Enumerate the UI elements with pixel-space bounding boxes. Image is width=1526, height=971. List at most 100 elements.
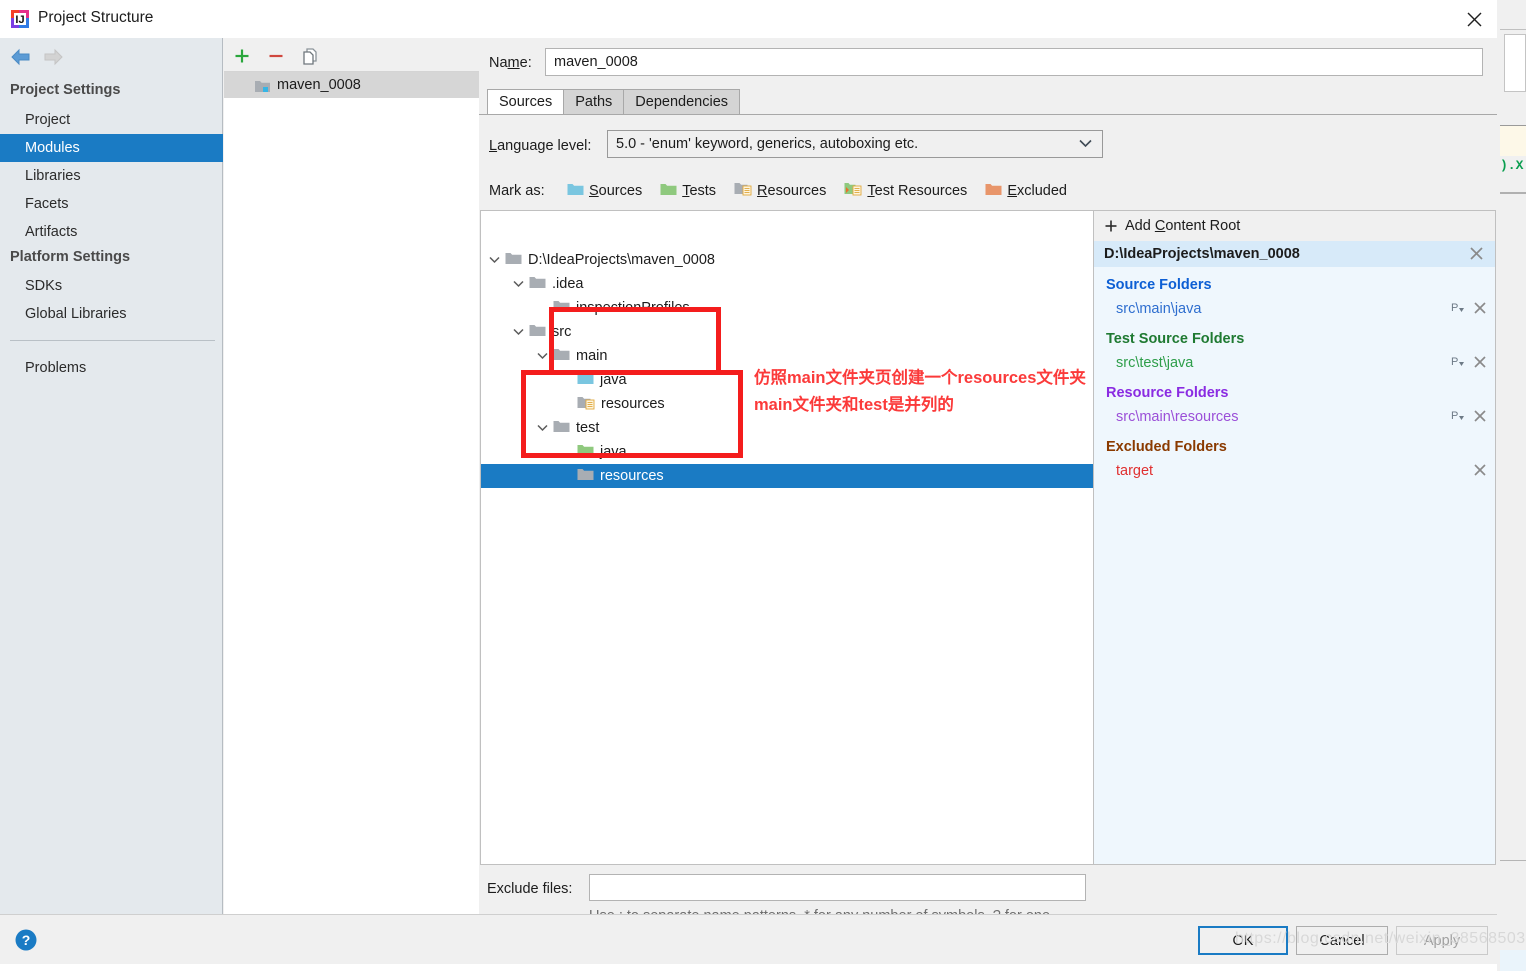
package-prefix-icon[interactable]: P — [1451, 301, 1466, 320]
source-folder-actions: P — [1451, 301, 1487, 320]
mark-as-label-excluded: Excluded — [1007, 183, 1067, 199]
arrow-left-icon[interactable] — [8, 47, 34, 67]
mark-as-label-test-resources: Test Resources — [867, 183, 968, 199]
tree-label: resources — [601, 396, 665, 412]
mark-as-label-tests: Tests — [682, 183, 717, 199]
sidebar-item-label: Modules — [25, 140, 80, 156]
tree-row[interactable]: inspectionProfiles — [481, 296, 1094, 320]
sidebar-item-sdks[interactable]: SDKs — [0, 272, 223, 300]
test-source-folder-actions: P — [1451, 355, 1487, 374]
svg-text:IJ: IJ — [15, 14, 24, 26]
resource-folder-path: src\main\resources — [1116, 409, 1239, 425]
tree-row[interactable]: resources — [481, 392, 1094, 416]
module-list-item[interactable]: maven_0008 — [224, 72, 479, 98]
sidebar-item-facets[interactable]: Facets — [0, 190, 223, 218]
plus-icon[interactable] — [230, 44, 254, 68]
close-icon[interactable] — [1469, 246, 1485, 262]
folder-icon — [553, 347, 570, 365]
sidebar-item-problems[interactable]: Problems — [0, 354, 223, 382]
folder-icon — [505, 251, 522, 269]
minus-icon[interactable] — [264, 44, 288, 68]
help-icon[interactable]: ? — [14, 928, 38, 952]
close-icon[interactable] — [1473, 355, 1487, 374]
tree-row[interactable]: main — [481, 344, 1094, 368]
chevron-down-icon[interactable] — [531, 344, 553, 368]
tree-row[interactable]: src — [481, 320, 1094, 344]
mark-as-label-resources: Resources — [757, 183, 827, 199]
mark-as-test-resources-button[interactable]: Test Resources — [844, 181, 967, 201]
mark-as-resources-button[interactable]: Resources — [734, 181, 826, 201]
language-level-label: Language level: — [489, 138, 592, 154]
module-name-label: maven_0008 — [277, 77, 361, 93]
excluded-folders-header: Excluded Folders — [1106, 439, 1227, 455]
content-root-header-row[interactable]: D:\IdeaProjects\maven_0008 — [1094, 241, 1495, 267]
mark-as-label-sources: Sources — [589, 183, 643, 199]
language-level-select[interactable]: 5.0 - 'enum' keyword, generics, autoboxi… — [607, 130, 1103, 158]
resource-folder-actions: P — [1451, 409, 1487, 428]
tests-folder-icon — [577, 443, 594, 461]
sidebar-item-project[interactable]: Project — [0, 106, 223, 134]
exclude-files-input[interactable] — [589, 874, 1086, 901]
copy-icon[interactable] — [298, 44, 322, 68]
chevron-down-icon[interactable] — [507, 272, 529, 296]
tree-label: inspectionProfiles — [576, 300, 690, 316]
add-content-root-label: Add Content Root — [1125, 218, 1241, 234]
close-icon[interactable] — [1473, 463, 1487, 482]
sidebar-group-platform-settings: Platform Settings — [10, 249, 131, 265]
tab-sources[interactable]: Sources — [487, 89, 565, 115]
module-editor-panel: Name: Sources Paths Dependencies Languag… — [479, 38, 1497, 924]
sidebar-item-libraries[interactable]: Libraries — [0, 162, 223, 190]
sidebar-item-artifacts[interactable]: Artifacts — [0, 218, 223, 246]
mark-as-excluded-button[interactable]: Excluded — [985, 182, 1067, 201]
cancel-button[interactable]: Cancel — [1296, 926, 1388, 955]
sources-folder-icon — [577, 371, 594, 389]
sidebar-group-project-settings: Project Settings — [10, 82, 121, 98]
background-panel-field — [1504, 34, 1526, 92]
resources-folder-icon — [734, 181, 752, 201]
tree-row[interactable]: resources — [481, 464, 1094, 488]
package-prefix-icon[interactable]: P — [1451, 355, 1466, 374]
content-roots-panel: Add Content Root D:\IdeaProjects\maven_0… — [1093, 210, 1496, 865]
name-label: Name: — [489, 55, 532, 71]
add-content-root-button[interactable]: Add Content Root — [1094, 211, 1495, 241]
close-icon[interactable] — [1473, 409, 1487, 428]
tab-dependencies[interactable]: Dependencies — [623, 89, 741, 115]
chevron-down-icon[interactable] — [531, 416, 553, 440]
tree-label: main — [576, 348, 608, 364]
background-panel-rule — [1500, 192, 1526, 194]
close-icon[interactable] — [1451, 0, 1497, 38]
intellij-idea-icon: IJ — [10, 9, 30, 29]
tree-row[interactable]: java — [481, 368, 1094, 392]
mark-as-sources-button[interactable]: Sources — [567, 182, 642, 201]
arrow-right-icon[interactable] — [40, 47, 66, 67]
folder-icon — [553, 299, 570, 317]
chevron-down-icon — [1079, 135, 1092, 153]
apply-button[interactable]: Apply — [1396, 926, 1488, 955]
tree-row[interactable]: D:\IdeaProjects\maven_0008 — [481, 248, 1094, 272]
test-source-folders-header: Test Source Folders — [1106, 331, 1245, 347]
background-code-fragment: ).X — [1500, 158, 1524, 173]
chevron-down-icon[interactable] — [507, 320, 529, 344]
close-icon[interactable] — [1473, 301, 1487, 320]
tree-row[interactable]: test — [481, 416, 1094, 440]
tests-folder-icon — [660, 182, 677, 201]
tree-row[interactable]: java — [481, 440, 1094, 464]
tree-row[interactable]: .idea — [481, 272, 1094, 296]
tab-paths[interactable]: Paths — [563, 89, 625, 115]
package-prefix-icon[interactable]: P — [1451, 409, 1466, 428]
module-name-input[interactable] — [545, 48, 1483, 76]
resource-folders-header: Resource Folders — [1106, 385, 1229, 401]
mark-as-options: Sources Tests Resources Test Resources E… — [567, 181, 1085, 201]
module-folder-icon — [254, 78, 271, 93]
chevron-down-icon[interactable] — [483, 248, 505, 272]
sidebar-item-modules[interactable]: Modules — [0, 134, 223, 162]
sidebar-item-label: Artifacts — [25, 224, 78, 240]
modules-list-panel: maven_0008 — [224, 38, 479, 914]
mark-as-tests-button[interactable]: Tests — [660, 182, 716, 201]
background-panel-top — [1500, 0, 1526, 30]
ok-button[interactable]: OK — [1198, 926, 1288, 955]
folder-icon — [529, 275, 546, 293]
sidebar-item-global-libraries[interactable]: Global Libraries — [0, 300, 223, 328]
